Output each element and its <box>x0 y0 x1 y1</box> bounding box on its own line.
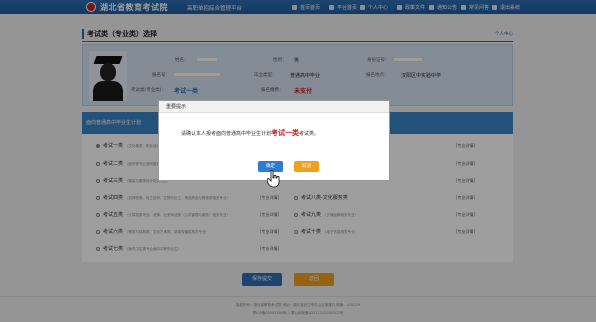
dialog-title: 重要提示 <box>159 101 389 113</box>
dialog-cancel-button[interactable]: 取消 <box>294 161 319 172</box>
dialog-message: 请确认本人报考面向普通高中毕业生计划考试一类考试类。 <box>181 129 320 137</box>
pointer-cursor-icon <box>267 170 280 188</box>
dialog-highlight: 考试一类 <box>271 129 300 137</box>
confirm-dialog: 重要提示 请确认本人报考面向普通高中毕业生计划考试一类考试类。 确定 取消 <box>158 100 390 181</box>
